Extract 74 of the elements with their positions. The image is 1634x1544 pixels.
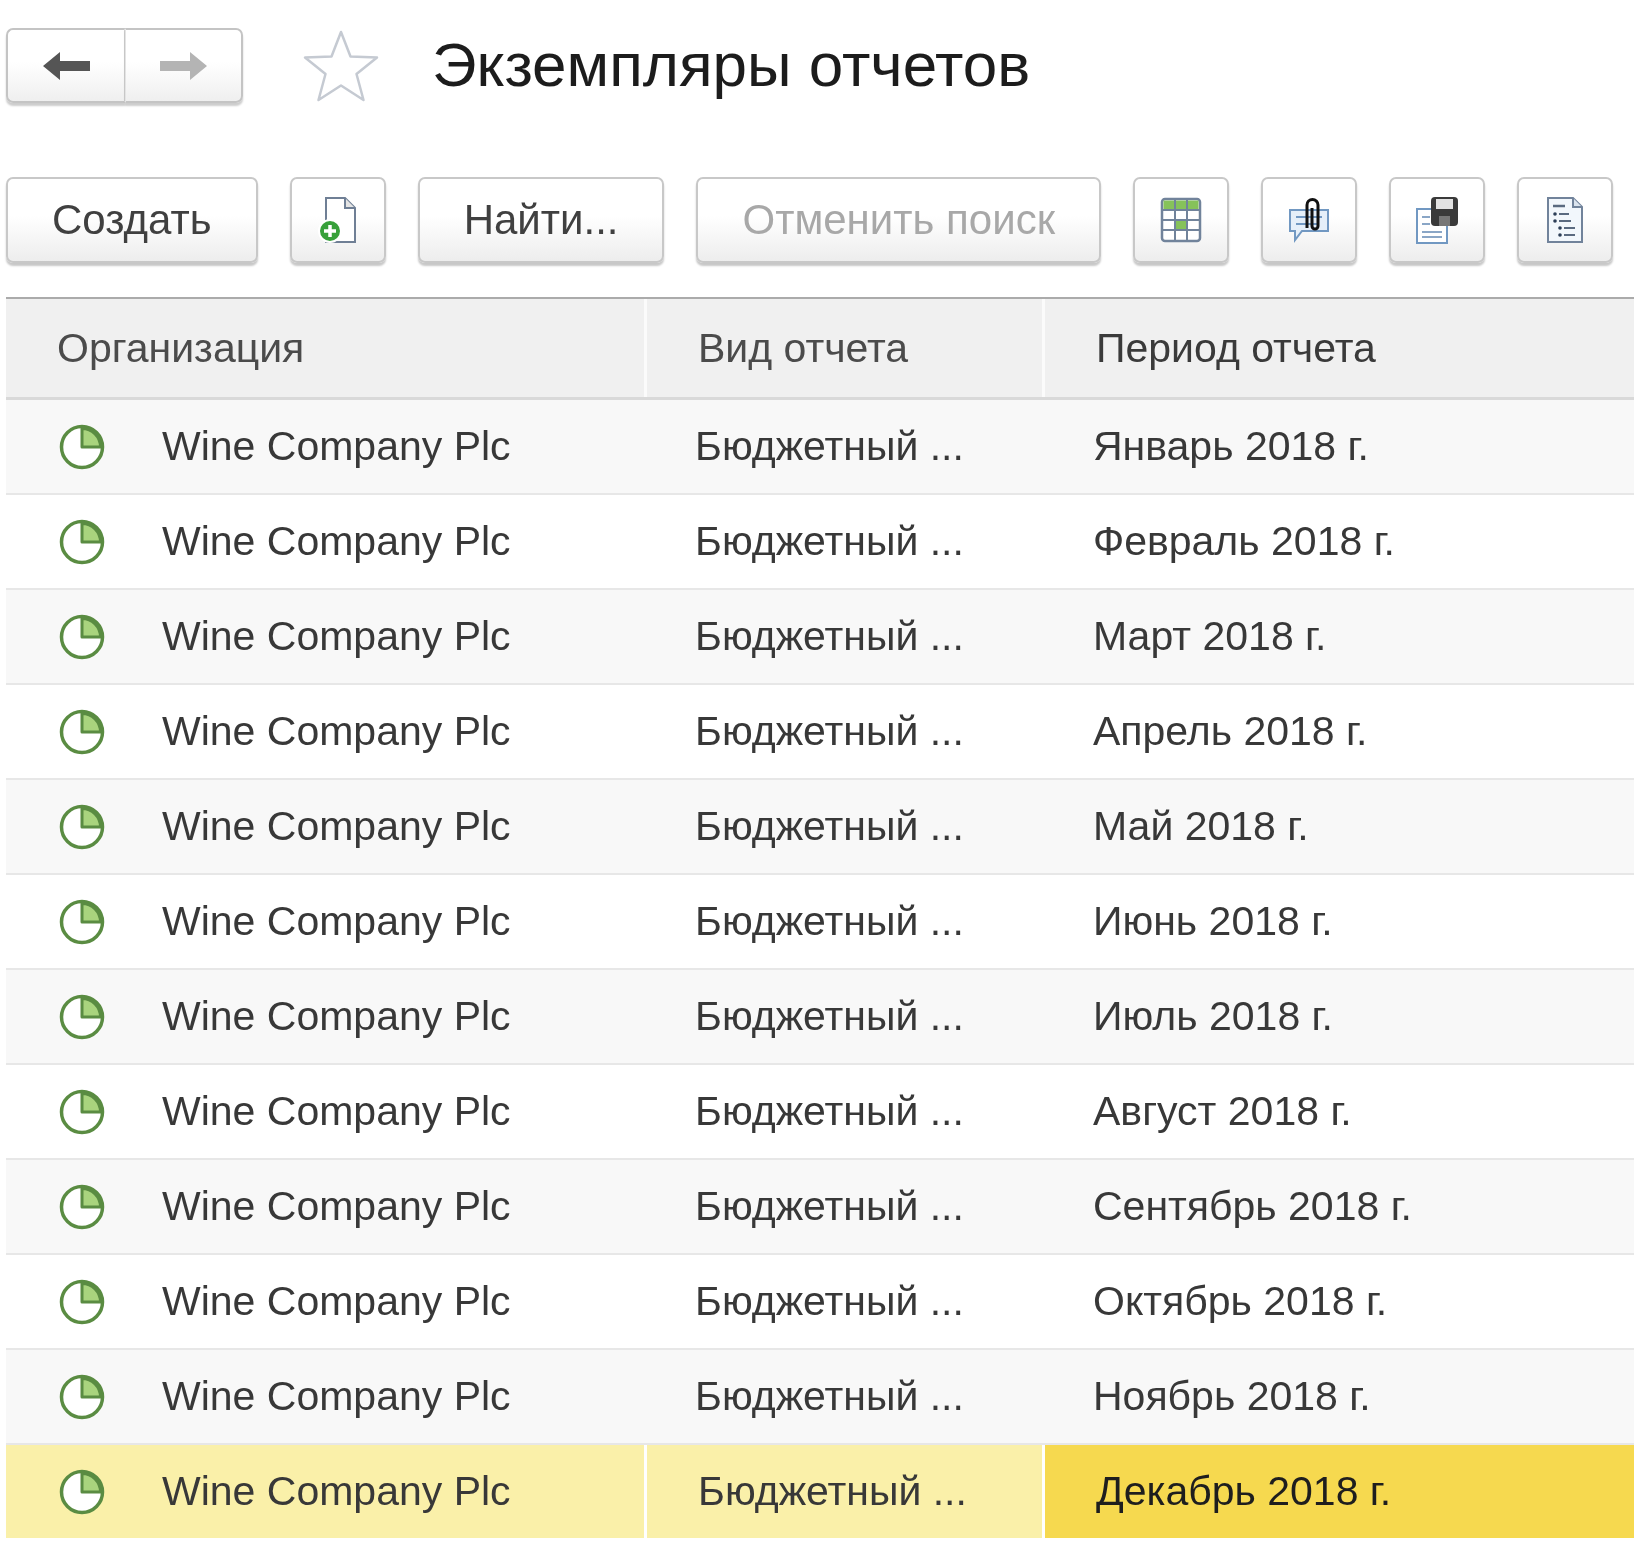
pie-chart-icon — [59, 613, 105, 660]
table-button[interactable] — [1133, 177, 1229, 263]
table-row[interactable]: Wine Company Plc Бюджетный ... Май 2018 г. — [6, 780, 1634, 875]
table-cell-text: Сентябрь 2018 г. — [1092, 1182, 1413, 1231]
toolbar-button[interactable]: Найти... — [417, 177, 665, 263]
comment-button[interactable] — [1261, 177, 1357, 263]
table-cell-text: Wine Company Plc — [162, 802, 512, 851]
document-floppy-disk-icon — [1414, 195, 1460, 245]
table-cell-text: Wine Company Plc — [162, 517, 512, 566]
table-cell-text: Wine Company Plc — [162, 897, 512, 946]
table-row[interactable]: Wine Company Plc Бюджетный ... Декабрь 2018 г. — [6, 1445, 1634, 1540]
table-cell-text: Wine Company Plc — [162, 1372, 512, 1421]
back-button[interactable] — [6, 28, 125, 103]
table-cell-text: Бюджетный ... — [694, 517, 965, 566]
table-cell-text: Бюджетный ... — [694, 992, 965, 1041]
table-cell-text: Wine Company Plc — [162, 992, 512, 1041]
column-header[interactable]: Период отчета — [1042, 299, 1634, 397]
table-cell-text: Бюджетный ... — [694, 422, 965, 471]
table-cell-text: Бюджетный ... — [694, 612, 965, 661]
table-row[interactable]: Wine Company Plc Бюджетный ... Январь 2018 г. — [6, 400, 1634, 495]
document-list-button[interactable] — [1517, 177, 1613, 263]
star-icon[interactable] — [302, 28, 380, 103]
table-cell-text: Wine Company Plc — [162, 1277, 512, 1326]
table-cell-text: Январь 2018 г. — [1092, 422, 1370, 471]
table-cell-text: Wine Company Plc — [162, 1182, 512, 1231]
table-cell-text: Март 2018 г. — [1092, 612, 1328, 661]
document-plus-icon — [317, 196, 358, 244]
pie-chart-icon — [59, 993, 105, 1040]
table-icon — [1160, 197, 1202, 243]
table-cell-text: Wine Company Plc — [162, 707, 512, 756]
table-cell-text: Бюджетный ... — [694, 1182, 965, 1231]
pie-chart-icon — [59, 708, 105, 755]
pie-chart-icon — [59, 1088, 105, 1135]
right-arrow-icon — [160, 51, 207, 80]
column-header[interactable]: Вид отчета — [644, 299, 1042, 397]
table-cell-text: Бюджетный ... — [694, 1087, 965, 1136]
pie-chart-icon — [59, 803, 105, 850]
table-row[interactable]: Wine Company Plc Бюджетный ... Июль 2018 г. — [6, 970, 1634, 1065]
table-cell-text: Wine Company Plc — [162, 612, 512, 661]
save-button[interactable] — [1389, 177, 1485, 263]
table-cell-text: Бюджетный ... — [694, 1372, 965, 1421]
toolbar-button[interactable]: Создать — [6, 177, 258, 263]
document-list-icon — [1545, 196, 1585, 244]
pie-chart-icon — [59, 1183, 105, 1230]
table-cell-text: Бюджетный ... — [694, 897, 965, 946]
left-arrow-icon — [42, 51, 90, 80]
table-cell-text: Wine Company Plc — [162, 1087, 512, 1136]
table-row[interactable]: Wine Company Plc Бюджетный ... Март 2018 г. — [6, 590, 1634, 685]
table-cell-text: Август 2018 г. — [1092, 1087, 1353, 1136]
document-plus-button[interactable] — [289, 177, 386, 263]
table-cell-text: Wine Company Plc — [162, 422, 512, 471]
pie-chart-icon — [59, 1373, 105, 1420]
table-row[interactable]: Wine Company Plc Бюджетный ... Ноябрь 2018 г. — [6, 1350, 1634, 1445]
table-cell-text: Ноябрь 2018 г. — [1092, 1372, 1372, 1421]
table-cell-text: Октябрь 2018 г. — [1092, 1277, 1389, 1326]
table-row[interactable]: Wine Company Plc Бюджетный ... Сентябрь 2018 г. — [6, 1160, 1634, 1255]
table-cell-text: Февраль 2018 г. — [1092, 517, 1396, 566]
pie-chart-icon — [59, 898, 105, 945]
column-header[interactable]: Организация — [6, 299, 644, 397]
table-cell-text: Бюджетный ... — [694, 802, 965, 851]
table-cell-text: Wine Company Plc — [162, 1467, 512, 1516]
table-cell-text: Май 2018 г. — [1092, 802, 1310, 851]
table-cell-text: Бюджетный ... — [694, 1277, 965, 1326]
table-cell: Декабрь 2018 г. — [1042, 1445, 1634, 1538]
page-title: Экземпляры отчетов — [432, 31, 1031, 100]
table-cell-text: Июль 2018 г. — [1092, 992, 1334, 1041]
pie-chart-icon — [59, 518, 105, 565]
speech-bubble-paperclip-icon — [1287, 196, 1331, 244]
table-cell-text: Июнь 2018 г. — [1092, 897, 1334, 946]
pie-chart-icon — [59, 1468, 105, 1515]
pie-chart-icon — [59, 423, 105, 470]
table-cell-text: Бюджетный ... — [694, 707, 965, 756]
pie-chart-icon — [59, 1278, 105, 1325]
table-cell-text: Апрель 2018 г. — [1092, 707, 1369, 756]
